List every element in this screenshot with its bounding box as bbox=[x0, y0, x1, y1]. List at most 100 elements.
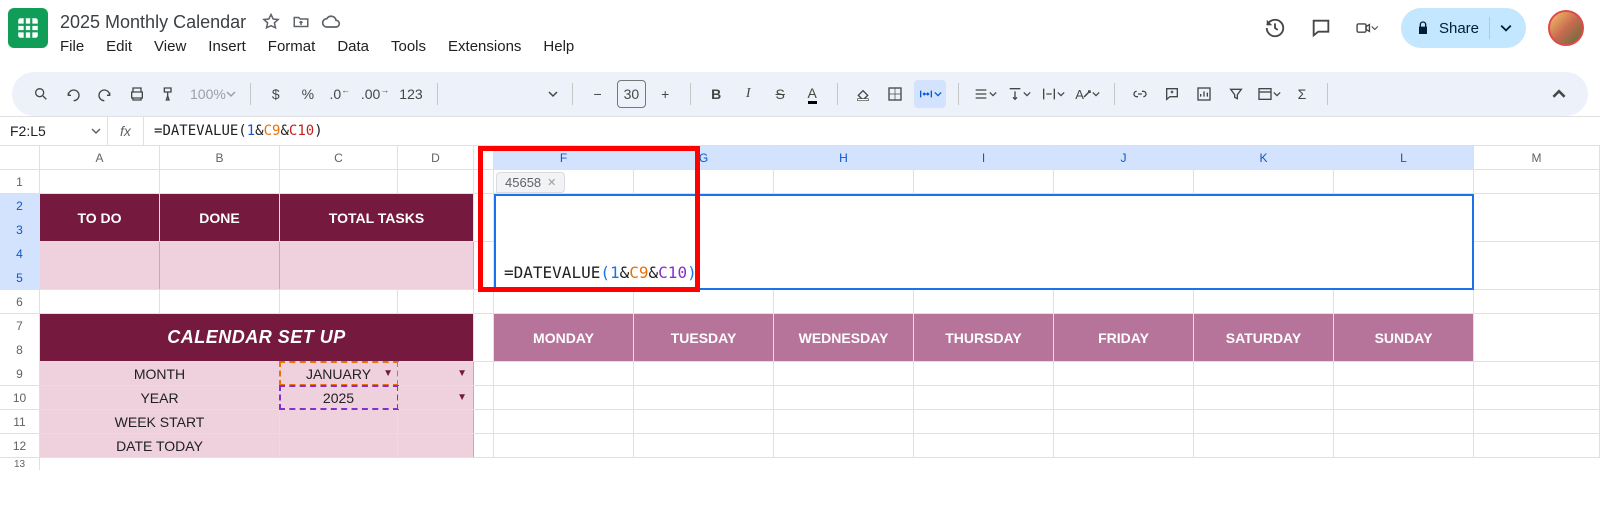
merge-cells-button[interactable] bbox=[914, 80, 946, 108]
dropdown-icon[interactable]: ▼ bbox=[383, 368, 393, 379]
row-header[interactable]: 6 bbox=[0, 290, 40, 313]
cell[interactable] bbox=[160, 242, 280, 289]
collapse-toolbar-icon[interactable] bbox=[1546, 80, 1572, 108]
row-header[interactable]: 11 bbox=[0, 410, 40, 433]
filter-button[interactable] bbox=[1223, 80, 1249, 108]
move-folder-icon[interactable] bbox=[290, 11, 312, 33]
star-icon[interactable] bbox=[260, 11, 282, 33]
text-wrap-button[interactable] bbox=[1039, 80, 1067, 108]
formula-input[interactable]: =DATEVALUE(1&C9&C10) bbox=[144, 123, 323, 139]
spreadsheet-grid[interactable]: A B C D F G H I J K L M 1 23 TO DO DONE … bbox=[0, 146, 1600, 470]
setup-weekstart-value[interactable] bbox=[280, 410, 398, 433]
col-header[interactable] bbox=[474, 146, 494, 169]
insert-link-button[interactable] bbox=[1127, 80, 1153, 108]
col-header[interactable]: A bbox=[40, 146, 160, 169]
setup-year-value[interactable]: 2025 bbox=[280, 386, 398, 409]
borders-button[interactable] bbox=[882, 80, 908, 108]
cloud-status-icon[interactable] bbox=[320, 11, 342, 33]
menu-format[interactable]: Format bbox=[268, 38, 316, 55]
paint-format-icon[interactable] bbox=[156, 80, 182, 108]
close-icon[interactable]: ✕ bbox=[547, 176, 556, 189]
cell[interactable] bbox=[280, 242, 474, 289]
font-family-select[interactable] bbox=[450, 80, 560, 108]
name-box[interactable]: F2:L5 bbox=[0, 117, 108, 145]
fill-color-button[interactable] bbox=[850, 80, 876, 108]
row-header[interactable]: 4 bbox=[0, 242, 40, 266]
col-header[interactable]: M bbox=[1474, 146, 1600, 169]
italic-button[interactable]: I bbox=[735, 80, 761, 108]
row-header[interactable]: 9 bbox=[0, 362, 40, 385]
row-header[interactable]: 5 bbox=[0, 266, 40, 290]
increase-decimal[interactable]: .00→ bbox=[359, 80, 391, 108]
setup-year-label: YEAR bbox=[40, 386, 280, 409]
col-header[interactable]: J bbox=[1054, 146, 1194, 169]
redo-icon[interactable] bbox=[92, 80, 118, 108]
cell-editor[interactable]: =DATEVALUE(1&C9&C10) bbox=[496, 196, 1472, 288]
zoom-select[interactable]: 100% bbox=[188, 80, 238, 108]
col-header[interactable]: F bbox=[494, 146, 634, 169]
col-header[interactable]: L bbox=[1334, 146, 1474, 169]
format-number-123[interactable]: 123 bbox=[397, 80, 424, 108]
row-header[interactable]: 8 bbox=[0, 338, 40, 362]
row-header[interactable]: 13 bbox=[0, 458, 40, 470]
strikethrough-button[interactable]: S bbox=[767, 80, 793, 108]
bold-button[interactable]: B bbox=[703, 80, 729, 108]
col-header[interactable]: D bbox=[398, 146, 474, 169]
text-color-button[interactable]: A bbox=[799, 80, 825, 108]
col-header[interactable]: I bbox=[914, 146, 1054, 169]
setup-month-label: MONTH bbox=[40, 362, 280, 385]
setup-month-value[interactable]: JANUARY▼ bbox=[280, 362, 398, 385]
row-header[interactable]: 3 bbox=[0, 218, 40, 242]
col-header[interactable]: G bbox=[634, 146, 774, 169]
cell[interactable] bbox=[40, 242, 160, 289]
format-currency[interactable]: $ bbox=[263, 80, 289, 108]
history-icon[interactable] bbox=[1263, 16, 1287, 40]
font-size-decrease[interactable]: − bbox=[585, 80, 611, 108]
menu-tools[interactable]: Tools bbox=[391, 38, 426, 55]
undo-icon[interactable] bbox=[60, 80, 86, 108]
vertical-align-button[interactable] bbox=[1005, 80, 1033, 108]
insert-comment-button[interactable] bbox=[1159, 80, 1185, 108]
horizontal-align-button[interactable] bbox=[971, 80, 999, 108]
search-menus-icon[interactable] bbox=[28, 80, 54, 108]
row-header[interactable]: 2 bbox=[0, 194, 40, 218]
menu-edit[interactable]: Edit bbox=[106, 38, 132, 55]
document-title[interactable]: 2025 Monthly Calendar bbox=[60, 12, 246, 33]
menu-extensions[interactable]: Extensions bbox=[448, 38, 521, 55]
cell[interactable] bbox=[398, 410, 474, 433]
dropdown-toggle[interactable]: ▼ bbox=[398, 386, 474, 409]
font-size-input[interactable]: 30 bbox=[617, 80, 647, 108]
row-header[interactable]: 10 bbox=[0, 386, 40, 409]
comments-icon[interactable] bbox=[1309, 16, 1333, 40]
cell[interactable] bbox=[398, 434, 474, 457]
sheets-app-icon[interactable] bbox=[8, 8, 48, 48]
text-rotation-button[interactable]: A bbox=[1073, 80, 1102, 108]
dropdown-toggle[interactable]: ▼ bbox=[398, 362, 474, 385]
row-header[interactable]: 12 bbox=[0, 434, 40, 457]
insert-chart-button[interactable] bbox=[1191, 80, 1217, 108]
col-header[interactable]: H bbox=[774, 146, 914, 169]
select-all-corner[interactable] bbox=[0, 146, 40, 169]
table-view-button[interactable] bbox=[1255, 80, 1283, 108]
menu-view[interactable]: View bbox=[154, 38, 186, 55]
font-size-increase[interactable]: + bbox=[652, 80, 678, 108]
menu-data[interactable]: Data bbox=[337, 38, 369, 55]
day-header: MONDAY bbox=[494, 314, 634, 361]
functions-button[interactable]: Σ bbox=[1289, 80, 1315, 108]
fx-icon[interactable]: fx bbox=[108, 117, 144, 145]
format-percent[interactable]: % bbox=[295, 80, 321, 108]
row-header[interactable]: 1 bbox=[0, 170, 40, 193]
meet-icon[interactable] bbox=[1355, 16, 1379, 40]
col-header[interactable]: K bbox=[1194, 146, 1334, 169]
setup-datetoday-value[interactable] bbox=[280, 434, 398, 457]
menu-help[interactable]: Help bbox=[543, 38, 574, 55]
menu-file[interactable]: File bbox=[60, 38, 84, 55]
decrease-decimal[interactable]: .0← bbox=[327, 80, 353, 108]
col-header[interactable]: B bbox=[160, 146, 280, 169]
menu-insert[interactable]: Insert bbox=[208, 38, 246, 55]
row-header[interactable]: 7 bbox=[0, 314, 40, 338]
account-avatar[interactable] bbox=[1548, 10, 1584, 46]
print-icon[interactable] bbox=[124, 80, 150, 108]
share-button[interactable]: Share bbox=[1401, 8, 1526, 48]
col-header[interactable]: C bbox=[280, 146, 398, 169]
